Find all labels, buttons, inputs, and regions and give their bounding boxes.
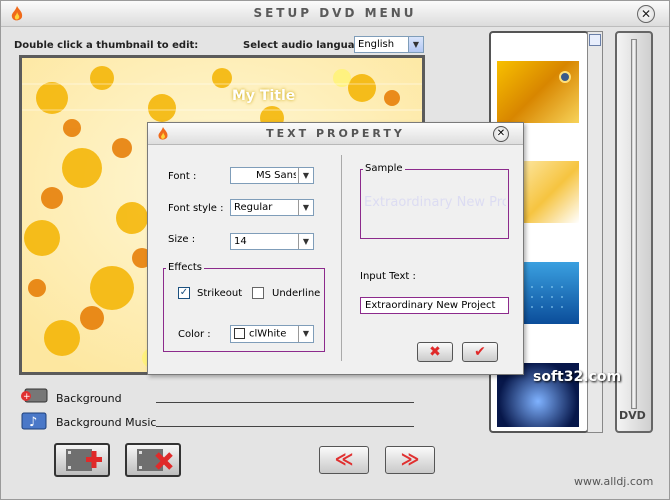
font-style-label: Font style :	[168, 203, 224, 214]
previous-button[interactable]: ≪	[319, 446, 369, 474]
thumbnail-gold[interactable]	[497, 61, 579, 123]
chevron-down-icon: ▼	[298, 200, 313, 215]
delete-film-icon	[137, 449, 173, 471]
capacity-bar	[631, 39, 637, 409]
dvd-label: DVD	[619, 409, 646, 422]
double-chevron-left-icon: ≪	[334, 449, 354, 470]
strikeout-label: Strikeout	[197, 288, 243, 299]
double-chevron-right-icon: ≫	[400, 449, 420, 470]
title-bar: SETUP DVD MENU ✕	[1, 1, 669, 27]
input-text-field[interactable]: Extraordinary New Project	[360, 297, 509, 314]
dialog-title: TEXT PROPERTY	[266, 127, 405, 140]
background-icon[interactable]: +	[19, 386, 49, 406]
text-property-dialog: TEXT PROPERTY ✕ Font : MS Sans S ▼ Font …	[147, 122, 524, 375]
underline-label: Underline	[272, 288, 321, 299]
add-menu-button[interactable]	[54, 443, 110, 477]
size-value: 14	[234, 236, 247, 247]
color-label: Color :	[178, 329, 211, 340]
font-select[interactable]: MS Sans S ▼	[230, 167, 314, 184]
size-select[interactable]: 14 ▼	[230, 233, 314, 250]
close-button[interactable]: ✕	[637, 5, 655, 23]
music-note-icon[interactable]: ♪	[19, 410, 49, 432]
chevron-down-icon: ▼	[298, 326, 313, 342]
background-music-label: Background Music	[56, 416, 157, 429]
color-value: clWhite	[249, 328, 287, 340]
scroll-thumb[interactable]	[589, 34, 601, 46]
audio-language-select[interactable]: English ▼	[354, 36, 424, 53]
input-text-label: Input Text :	[360, 271, 416, 282]
checkmark-icon: ✔	[474, 344, 486, 360]
next-button[interactable]: ≫	[385, 446, 435, 474]
strikeout-checkbox[interactable]: ✓	[178, 287, 190, 299]
svg-text:+: +	[23, 392, 31, 402]
color-select[interactable]: clWhite ▼	[230, 325, 314, 343]
background-line	[156, 402, 414, 403]
font-value: MS Sans S	[256, 170, 296, 181]
size-label: Size :	[168, 234, 196, 245]
preview-title-text[interactable]: My Title	[232, 88, 295, 104]
sample-preview-text: Extraordinary New Project	[364, 195, 506, 210]
font-label: Font :	[168, 171, 197, 182]
color-swatch	[234, 328, 245, 339]
window-title: SETUP DVD MENU	[253, 6, 417, 20]
effects-label: Effects	[166, 262, 204, 273]
delete-menu-button[interactable]	[125, 443, 181, 477]
background-music-line	[156, 426, 414, 427]
background-label: Background	[56, 392, 122, 405]
underline-checkbox[interactable]	[252, 287, 264, 299]
chevron-down-icon: ▼	[298, 234, 313, 249]
ok-button[interactable]: ✔	[462, 342, 498, 362]
font-style-value: Regular	[234, 202, 273, 213]
font-style-select[interactable]: Regular ▼	[230, 199, 314, 216]
add-film-icon	[66, 449, 102, 471]
svg-text:♪: ♪	[29, 415, 37, 430]
chevron-down-icon: ▼	[408, 37, 423, 52]
dialog-close-button[interactable]: ✕	[493, 126, 509, 142]
audio-language-value: English	[358, 39, 395, 50]
alldj-watermark: www.alldj.com	[574, 475, 654, 488]
dialog-title-bar: TEXT PROPERTY ✕	[148, 123, 523, 145]
cancel-x-icon: ✖	[429, 344, 441, 360]
cancel-button[interactable]: ✖	[417, 342, 453, 362]
soft32-watermark: soft32.com	[533, 369, 622, 385]
sample-label: Sample	[363, 163, 405, 174]
dialog-separator	[341, 155, 342, 361]
chevron-down-icon: ▼	[298, 168, 313, 183]
thumbnail-hint: Double click a thumbnail to edit:	[14, 40, 199, 51]
